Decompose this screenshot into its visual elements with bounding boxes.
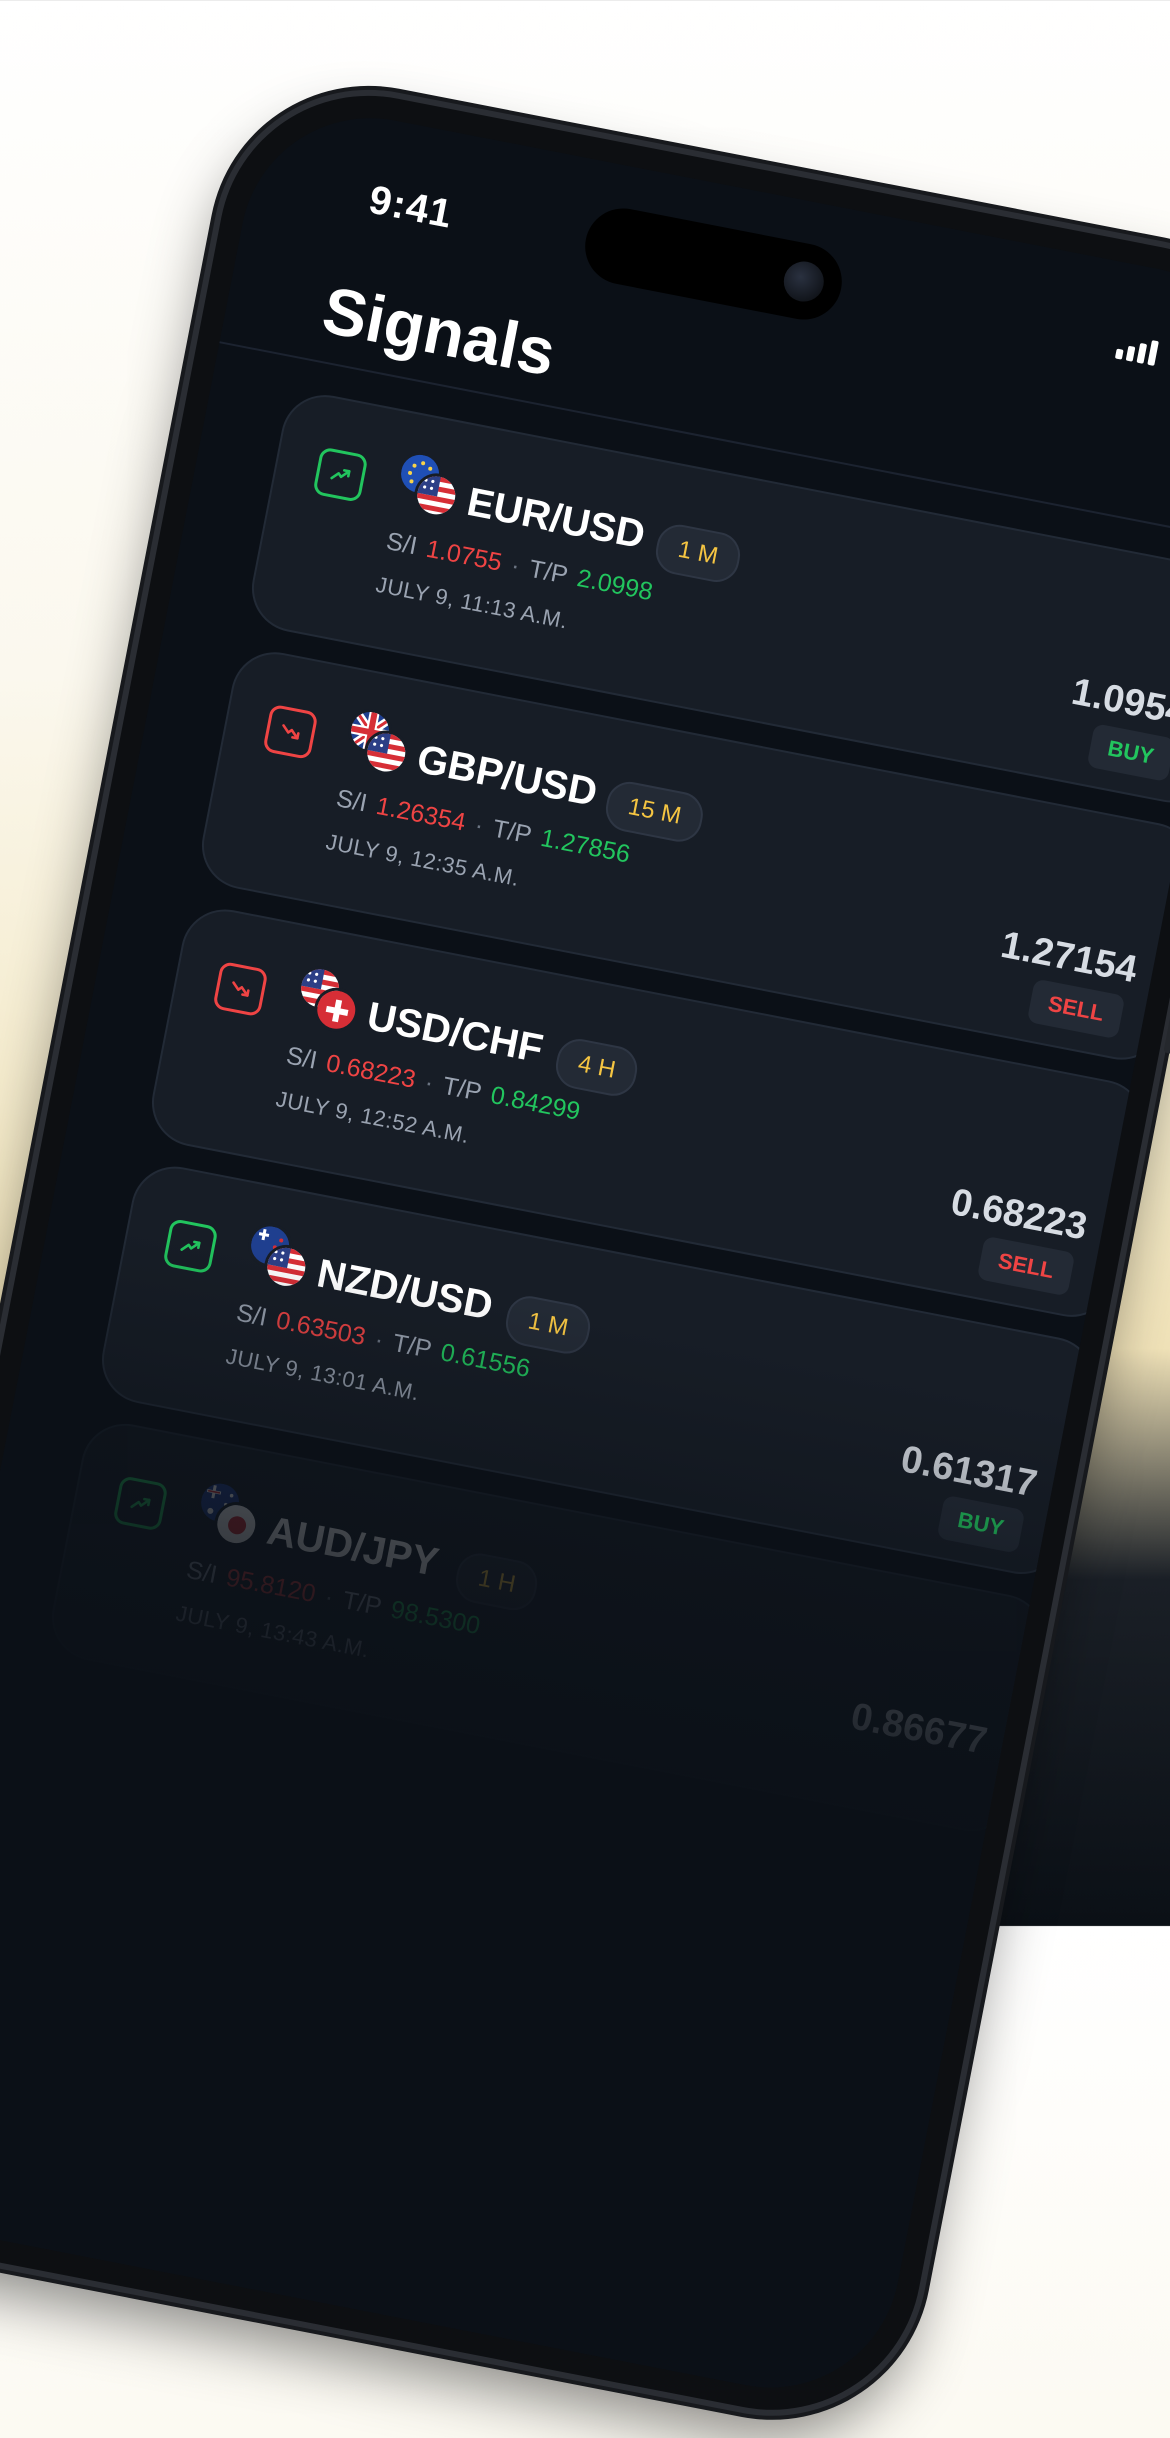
bottom-fade-overlay <box>0 1210 1068 2410</box>
currency-flags <box>341 705 413 779</box>
buy-badge[interactable]: BUY <box>1086 723 1170 783</box>
tp-value: 2.0998 <box>574 564 656 607</box>
tp-label: T/P <box>526 554 571 590</box>
current-price: 0.68223 <box>947 1181 1091 1249</box>
app-screen: 9:41 Signals EUR/USD 1 M S/I 1.0755 · T/… <box>0 95 1170 2410</box>
tp-label: T/P <box>440 1071 484 1107</box>
sl-value: 1.0755 <box>423 534 505 577</box>
tp-label: T/P <box>490 814 534 850</box>
status-time: 9:41 <box>365 177 457 237</box>
currency-flags <box>291 962 363 1036</box>
cellular-signal-icon <box>1114 334 1159 366</box>
timeframe-badge: 4 H <box>552 1035 642 1100</box>
phone-frame: 9:41 Signals EUR/USD 1 M S/I 1.0755 · T/… <box>0 70 1170 2436</box>
trend-up-icon <box>312 446 369 503</box>
tp-value: 1.27856 <box>538 823 633 869</box>
sl-label: S/I <box>334 784 370 818</box>
currency-flags <box>391 448 463 522</box>
timeframe-badge: 1 M <box>652 520 745 586</box>
sl-value: 1.26354 <box>373 791 468 837</box>
separator-dot: · <box>508 551 523 581</box>
front-camera <box>780 258 828 306</box>
current-price: 1.27154 <box>997 923 1141 992</box>
sl-label: S/I <box>384 526 420 561</box>
sl-value: 0.68223 <box>323 1049 418 1094</box>
separator-dot: · <box>422 1068 436 1098</box>
status-icons <box>1114 329 1170 390</box>
trend-down-icon <box>262 703 319 761</box>
tp-value: 0.84299 <box>488 1081 583 1126</box>
page-title: Signals <box>316 272 562 390</box>
trend-down-icon <box>212 960 269 1018</box>
sl-label: S/I <box>284 1041 320 1075</box>
timeframe-badge: 15 M <box>602 777 708 846</box>
current-price: 1.0954 <box>1068 670 1170 735</box>
phone-device: 9:41 Signals EUR/USD 1 M S/I 1.0755 · T/… <box>0 70 1170 2436</box>
separator-dot: · <box>472 811 486 841</box>
